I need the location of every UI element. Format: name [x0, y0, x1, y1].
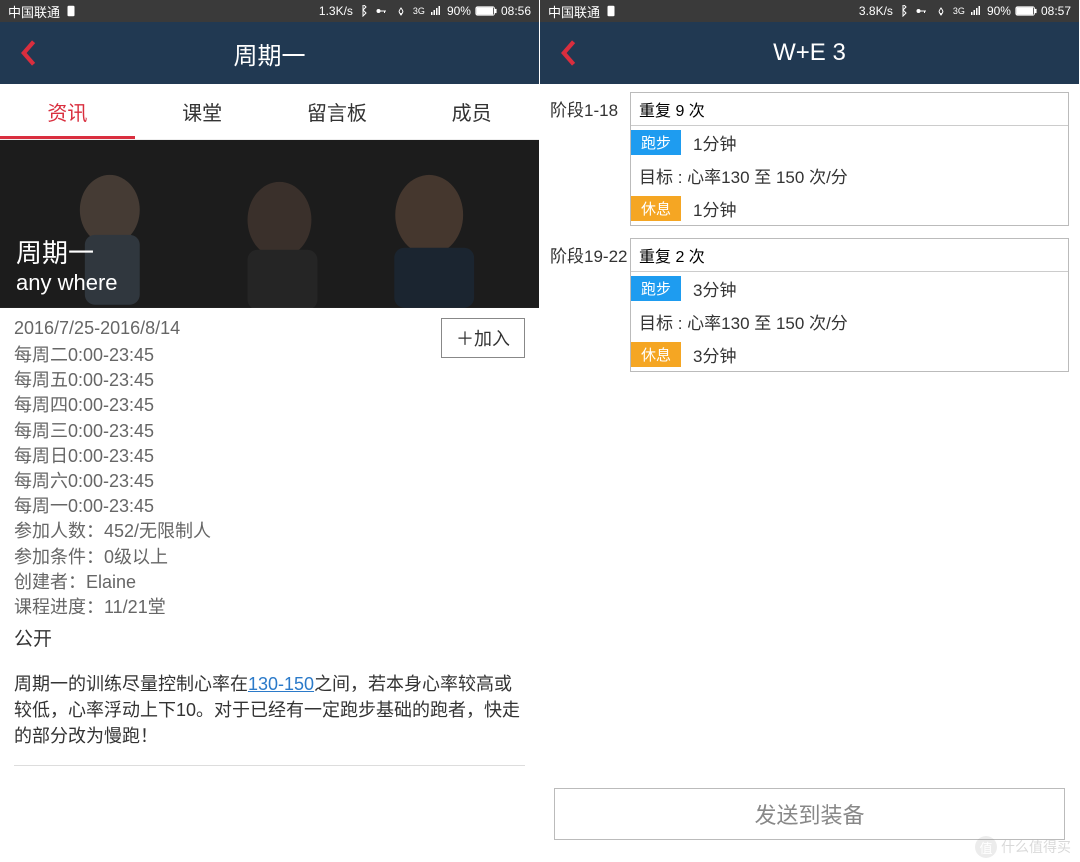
page-title: W+E 3 — [540, 39, 1079, 67]
battery-icon — [475, 5, 497, 17]
back-icon — [559, 39, 577, 67]
meta-line: 参加人数：452/无限制人 — [14, 519, 525, 544]
time-label: 08:57 — [1041, 4, 1071, 18]
rest-value: 1分钟 — [693, 196, 736, 221]
schedule-line: 每周四0:00-23:45 — [14, 393, 525, 418]
back-button[interactable] — [540, 22, 596, 84]
meta-line: 课程进度：11/21堂 — [14, 595, 525, 620]
run-value: 1分钟 — [693, 130, 736, 155]
time-label: 08:56 — [501, 4, 531, 18]
wifi-icon — [933, 5, 949, 17]
back-button[interactable] — [0, 22, 56, 84]
meta-line: 创建者：Elaine — [14, 570, 525, 595]
meta-line: 参加条件：0级以上 — [14, 545, 525, 570]
tab-bar: 资讯课堂留言板成员 — [0, 84, 539, 140]
repeat-label: 重复 2 次 — [631, 239, 1068, 272]
desc-pre: 周期一的训练尽量控制心率在 — [14, 674, 248, 694]
watermark-icon: 值 — [975, 836, 997, 858]
schedule-line: 每周一0:00-23:45 — [14, 494, 525, 519]
battery-pct: 90% — [987, 4, 1011, 18]
hero-title: 周期一 — [16, 233, 118, 270]
visibility-label: 公开 — [14, 624, 525, 651]
rest-row: 休息 1分钟 — [631, 192, 1068, 225]
target-label: 目标 : 心率130 至 150 次/分 — [631, 305, 1068, 338]
speed-label: 1.3K/s — [319, 4, 353, 18]
status-bar: 中国联通 1.3K/s 3G 90% 08:56 — [0, 0, 539, 22]
phone-left: 中国联通 1.3K/s 3G 90% 08:56 周期一 资讯课堂留言板成员 — [0, 0, 540, 862]
carrier-label: 中国联通 — [8, 2, 60, 21]
rest-row: 休息 3分钟 — [631, 338, 1068, 371]
tab-2[interactable]: 留言板 — [270, 84, 405, 139]
stages-list: 阶段1-18 重复 9 次 跑步 1分钟 目标 : 心率130 至 150 次/分… — [540, 84, 1079, 788]
run-row: 跑步 1分钟 — [631, 126, 1068, 159]
stage-label: 阶段1-18 — [550, 92, 630, 226]
sim-icon — [64, 4, 78, 18]
bluetooth-icon — [357, 5, 369, 17]
back-icon — [19, 39, 37, 67]
run-badge: 跑步 — [631, 276, 681, 301]
speed-label: 3.8K/s — [859, 4, 893, 18]
bluetooth-icon — [897, 5, 909, 17]
stage-label: 阶段19-22 — [550, 238, 630, 372]
repeat-label: 重复 9 次 — [631, 93, 1068, 126]
rest-badge: 休息 — [631, 342, 681, 367]
battery-icon — [1015, 5, 1037, 17]
status-bar: 中国联通 3.8K/s 3G 90% 08:57 — [540, 0, 1079, 22]
signal-icon — [429, 5, 443, 17]
carrier-label: 中国联通 — [548, 2, 600, 21]
schedule-line: 每周日0:00-23:45 — [14, 444, 525, 469]
run-value: 3分钟 — [693, 276, 736, 301]
run-row: 跑步 3分钟 — [631, 272, 1068, 305]
watermark-text: 什么值得买 — [1001, 837, 1071, 857]
schedule-line: 每周六0:00-23:45 — [14, 469, 525, 494]
desc-link[interactable]: 130-150 — [248, 674, 314, 694]
battery-pct: 90% — [447, 4, 471, 18]
hero-subtitle: any where — [16, 270, 118, 296]
rest-badge: 休息 — [631, 196, 681, 221]
description-text: 周期一的训练尽量控制心率在130-150之间，若本身心率较高或较低，心率浮动上下… — [14, 671, 525, 766]
nav-bar: 周期一 — [0, 22, 539, 84]
wifi-icon — [393, 5, 409, 17]
content-area: 2016/7/25-2016/8/14 ＋加入 每周二0:00-23:45每周五… — [0, 308, 539, 862]
join-button[interactable]: ＋加入 — [441, 318, 525, 358]
page-title: 周期一 — [0, 36, 539, 71]
tab-1[interactable]: 课堂 — [135, 84, 270, 139]
key-icon — [373, 5, 389, 17]
meta-list: 参加人数：452/无限制人参加条件：0级以上创建者：Elaine课程进度：11/… — [14, 519, 525, 620]
network-label: 3G — [413, 6, 425, 16]
sim-icon — [604, 4, 618, 18]
target-label: 目标 : 心率130 至 150 次/分 — [631, 159, 1068, 192]
watermark: 值 什么值得买 — [975, 836, 1071, 858]
tab-3[interactable]: 成员 — [404, 84, 539, 139]
network-label: 3G — [953, 6, 965, 16]
stage: 阶段1-18 重复 9 次 跑步 1分钟 目标 : 心率130 至 150 次/分… — [550, 92, 1069, 226]
schedule-line: 每周五0:00-23:45 — [14, 368, 525, 393]
stage: 阶段19-22 重复 2 次 跑步 3分钟 目标 : 心率130 至 150 次/… — [550, 238, 1069, 372]
nav-bar: W+E 3 — [540, 22, 1079, 84]
signal-icon — [969, 5, 983, 17]
schedule-line: 每周三0:00-23:45 — [14, 419, 525, 444]
hero-banner: 周期一 any where — [0, 140, 539, 308]
key-icon — [913, 5, 929, 17]
stage-body: 重复 2 次 跑步 3分钟 目标 : 心率130 至 150 次/分 休息 3分钟 — [630, 238, 1069, 372]
run-badge: 跑步 — [631, 130, 681, 155]
schedule-list: 每周二0:00-23:45每周五0:00-23:45每周四0:00-23:45每… — [14, 343, 525, 519]
phone-right: 中国联通 3.8K/s 3G 90% 08:57 W+E 3 阶段1-18 重复… — [540, 0, 1080, 862]
send-to-device-button[interactable]: 发送到装备 — [554, 788, 1065, 840]
tab-0[interactable]: 资讯 — [0, 84, 135, 139]
stage-body: 重复 9 次 跑步 1分钟 目标 : 心率130 至 150 次/分 休息 1分钟 — [630, 92, 1069, 226]
rest-value: 3分钟 — [693, 342, 736, 367]
